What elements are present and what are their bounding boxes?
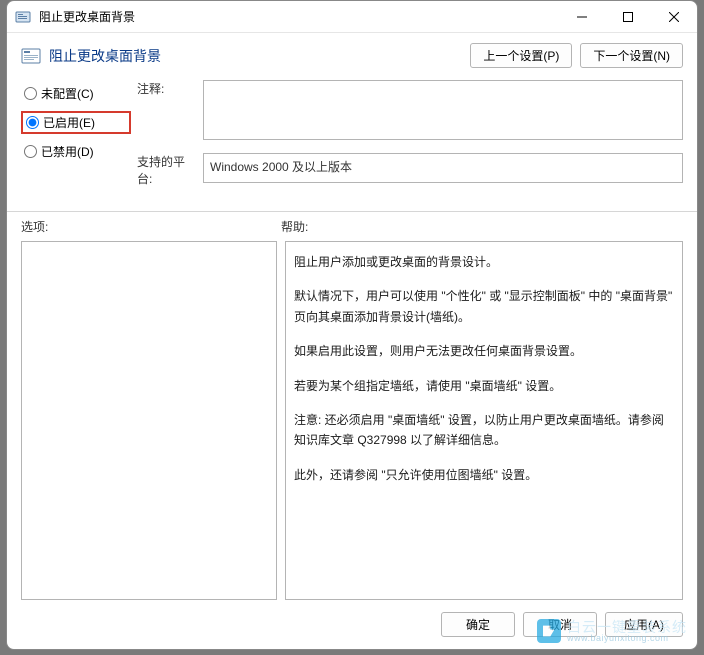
radio-not-configured[interactable]: 未配置(C) bbox=[21, 84, 131, 103]
platform-label: 支持的平台: bbox=[137, 153, 197, 187]
radio-enabled[interactable]: 已启用(E) bbox=[21, 111, 131, 134]
header-row: 阻止更改桌面背景 上一个设置(P) 下一个设置(N) bbox=[7, 33, 697, 68]
radio-disabled-input[interactable] bbox=[24, 145, 37, 158]
radio-not-configured-label: 未配置(C) bbox=[41, 85, 94, 102]
next-setting-button[interactable]: 下一个设置(N) bbox=[580, 43, 683, 68]
ok-button[interactable]: 确定 bbox=[441, 612, 515, 637]
panels: 阻止用户添加或更改桌面的背景设计。 默认情况下，用户可以使用 "个性化" 或 "… bbox=[7, 241, 697, 600]
state-radio-group: 未配置(C) 已启用(E) 已禁用(D) bbox=[21, 80, 131, 161]
radio-not-configured-input[interactable] bbox=[24, 87, 37, 100]
window-title: 阻止更改桌面背景 bbox=[39, 8, 559, 25]
bottom-bar: 确定 取消 应用(A) 白云一键重装系统 www.baiyunxitong.co… bbox=[7, 600, 697, 649]
app-icon bbox=[15, 9, 31, 25]
comment-label: 注释: bbox=[137, 80, 197, 97]
comment-input[interactable] bbox=[203, 80, 683, 140]
options-panel bbox=[21, 241, 277, 600]
radio-enabled-input[interactable] bbox=[26, 116, 39, 129]
close-button[interactable] bbox=[651, 1, 697, 33]
config-grid: 未配置(C) 已启用(E) 已禁用(D) 注释: 支持的平台: Windows … bbox=[7, 68, 697, 205]
titlebar: 阻止更改桌面背景 bbox=[7, 1, 697, 33]
minimize-button[interactable] bbox=[559, 1, 605, 33]
apply-button[interactable]: 应用(A) bbox=[605, 612, 683, 637]
cancel-button[interactable]: 取消 bbox=[523, 612, 597, 637]
policy-icon bbox=[21, 46, 41, 66]
help-p1: 默认情况下，用户可以使用 "个性化" 或 "显示控制面板" 中的 "桌面背景" … bbox=[294, 286, 674, 327]
help-p3: 若要为某个组指定墙纸，请使用 "桌面墙纸" 设置。 bbox=[294, 376, 674, 396]
platform-value: Windows 2000 及以上版本 bbox=[210, 160, 352, 174]
dialog-window: 阻止更改桌面背景 阻止更改桌面背景 上一个设置(P) 下一个设置(N) 未配置(… bbox=[6, 0, 698, 650]
help-label: 帮助: bbox=[281, 218, 308, 235]
help-panel: 阻止用户添加或更改桌面的背景设计。 默认情况下，用户可以使用 "个性化" 或 "… bbox=[285, 241, 683, 600]
supported-platform: Windows 2000 及以上版本 bbox=[203, 153, 683, 183]
help-p4: 注意: 还必须启用 "桌面墙纸" 设置，以防止用户更改桌面墙纸。请参阅知识库文章… bbox=[294, 410, 674, 451]
options-label: 选项: bbox=[21, 218, 281, 235]
help-p0: 阻止用户添加或更改桌面的背景设计。 bbox=[294, 252, 674, 272]
help-p5: 此外，还请参阅 "只允许使用位图墙纸" 设置。 bbox=[294, 465, 674, 485]
panel-labels: 选项: 帮助: bbox=[7, 218, 697, 241]
maximize-button[interactable] bbox=[605, 1, 651, 33]
help-p2: 如果启用此设置，则用户无法更改任何桌面背景设置。 bbox=[294, 341, 674, 361]
policy-title: 阻止更改桌面背景 bbox=[49, 46, 161, 66]
radio-enabled-label: 已启用(E) bbox=[43, 114, 95, 131]
radio-disabled[interactable]: 已禁用(D) bbox=[21, 142, 131, 161]
previous-setting-button[interactable]: 上一个设置(P) bbox=[470, 43, 572, 68]
radio-disabled-label: 已禁用(D) bbox=[41, 143, 94, 160]
separator bbox=[7, 211, 697, 212]
